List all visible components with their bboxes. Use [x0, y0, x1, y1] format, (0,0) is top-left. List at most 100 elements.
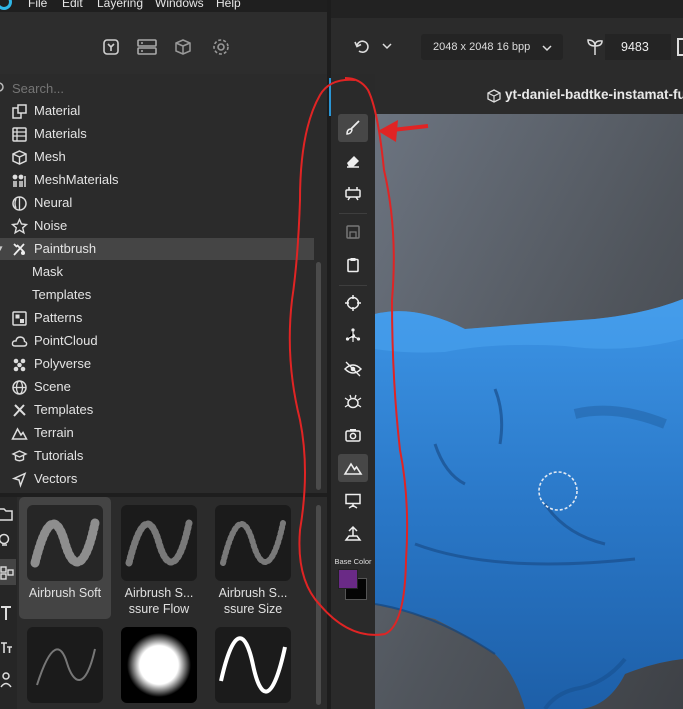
search-input[interactable]	[12, 81, 312, 96]
tree-item-meshmaterials[interactable]: MeshMaterials	[0, 169, 314, 191]
text-style-icon[interactable]	[0, 637, 14, 659]
clipboard-button[interactable]	[338, 251, 368, 279]
brush-card-airbrush-pressure-flow[interactable]: Airbrush S... ssure Flow	[113, 497, 205, 619]
document-cube-icon	[487, 89, 501, 103]
tree-item-label: Mask	[32, 264, 64, 279]
terrain-tool-button[interactable]	[338, 454, 368, 482]
menu-file[interactable]: File	[28, 0, 47, 10]
bug-tool-button[interactable]	[338, 388, 368, 416]
save-button[interactable]	[338, 218, 368, 246]
seed-input[interactable]: 9483	[605, 34, 671, 60]
patterns-icon	[12, 311, 27, 326]
tree-item-material[interactable]: Material	[0, 100, 314, 122]
menu-help[interactable]: Help	[216, 0, 241, 10]
brush-name: Airbrush S... ssure Size	[218, 586, 288, 616]
tree-item-materials[interactable]: Materials	[0, 123, 314, 145]
tree-item-scene[interactable]: Scene	[0, 376, 314, 398]
brush-grid: Airbrush Soft Airbrush S... ssure Flow A…	[19, 497, 327, 709]
nodes-tool-button[interactable]	[338, 322, 368, 350]
brush-card-sine[interactable]	[207, 621, 299, 709]
tree-item-label: Templates	[34, 402, 94, 417]
chevron-down-icon[interactable]	[381, 40, 393, 52]
crosshair-tool-button[interactable]	[338, 289, 368, 317]
tree-item-paintbrush[interactable]: ▾ Paintbrush	[0, 238, 314, 260]
toolbar-overflow-icon[interactable]	[677, 38, 683, 56]
brush-thumbnail	[121, 627, 197, 703]
tree-item-terrain[interactable]: Terrain	[0, 422, 314, 444]
text-icon[interactable]	[0, 602, 14, 624]
tree-scrollbar[interactable]	[316, 262, 321, 490]
brush-thumbnail	[121, 505, 197, 581]
document-tab[interactable]: yt-daniel-badtke-instamat-fu	[375, 74, 683, 114]
tree-item-neural[interactable]: Neural	[0, 192, 314, 214]
eraser-tool-button[interactable]	[338, 147, 368, 175]
tree-item-templates[interactable]: Templates	[0, 399, 314, 421]
clipboard-icon	[347, 258, 359, 273]
left-panel-toolbar	[0, 12, 327, 74]
projection-tool-button[interactable]	[338, 179, 368, 207]
menu-edit[interactable]: Edit	[62, 0, 83, 10]
tree-item-label: Paintbrush	[34, 241, 97, 256]
materials-icon[interactable]	[172, 36, 194, 58]
3d-viewport[interactable]	[375, 114, 683, 709]
settings-icon[interactable]	[210, 36, 232, 58]
brush-card-round-soft[interactable]	[113, 621, 205, 709]
export-tool-button[interactable]	[338, 520, 368, 548]
menu-windows[interactable]: Windows	[155, 0, 204, 10]
export-icon	[344, 525, 362, 541]
seed-value: 9483	[621, 40, 649, 54]
eraser-icon	[347, 156, 359, 168]
person-icon[interactable]	[0, 669, 14, 691]
primary-color-swatch[interactable]	[338, 569, 358, 589]
folder-icon[interactable]	[0, 503, 14, 525]
brush-thumbnail	[215, 627, 291, 703]
tree-item-patterns[interactable]: Patterns	[0, 307, 314, 329]
tree-item-vectors[interactable]: Vectors	[0, 468, 314, 490]
tree-item-label: Noise	[34, 218, 68, 233]
undo-icon[interactable]	[353, 38, 371, 56]
base-color-label: Base Color	[334, 557, 372, 566]
lightbulb-icon[interactable]	[0, 530, 14, 552]
brush-name: Airbrush S... ssure Flow	[124, 586, 194, 616]
tree-item-label: Neural	[34, 195, 73, 210]
mesh-icon	[12, 150, 27, 165]
camera-tool-button[interactable]	[338, 421, 368, 449]
presentation-tool-button[interactable]	[338, 487, 368, 515]
paintbrush-tool-button[interactable]	[338, 114, 368, 142]
title-strip	[331, 0, 683, 18]
tree-item-paintbrush-templates[interactable]: Templates	[0, 284, 314, 306]
terrain-icon	[11, 427, 28, 440]
materials-icon	[12, 127, 27, 142]
brush-card-line[interactable]	[19, 621, 111, 709]
tree-item-pointcloud[interactable]: PointCloud	[0, 330, 314, 352]
library-icon[interactable]	[100, 36, 122, 58]
nodes-icon	[345, 328, 361, 342]
tree-item-label: Templates	[32, 287, 92, 302]
brush-card-airbrush-soft[interactable]: Airbrush Soft	[19, 497, 111, 619]
app-window: { "menu": ["File", "Edit", "Layering", "…	[0, 0, 683, 709]
brush-name: Airbrush Soft	[28, 586, 102, 600]
expand-arrow-icon[interactable]: ▾	[0, 243, 3, 254]
layers-icon[interactable]	[136, 36, 158, 58]
scene-icon	[12, 380, 27, 395]
resolution-value: 2048 x 2048 16 bpp	[433, 41, 531, 53]
menu-layering[interactable]: Layering	[97, 0, 143, 10]
tree-item-tutorials[interactable]: Tutorials	[0, 445, 314, 467]
tree-item-noise[interactable]: Noise	[0, 215, 314, 237]
visibility-tool-button[interactable]	[338, 355, 368, 383]
tree-item-label: Vectors	[34, 471, 78, 486]
tree-item-polyverse[interactable]: Polyverse	[0, 353, 314, 375]
tree-item-label: Patterns	[34, 310, 83, 325]
pointcloud-icon	[11, 336, 28, 347]
brushes-icon[interactable]	[0, 562, 14, 584]
resolution-select[interactable]: 2048 x 2048 16 bpp	[421, 34, 563, 60]
viewport-toolbar: 2048 x 2048 16 bpp 9483	[331, 0, 683, 74]
tree-item-mask[interactable]: Mask	[0, 261, 314, 283]
brush-thumbnail	[27, 627, 103, 703]
brush-card-airbrush-pressure-size[interactable]: Airbrush S... ssure Size	[207, 497, 299, 619]
tree-item-mesh[interactable]: Mesh	[0, 146, 314, 168]
crosshair-icon	[345, 295, 361, 311]
brush-grid-scrollbar[interactable]	[316, 505, 321, 705]
toolbar-divider	[339, 285, 367, 286]
save-icon	[346, 225, 360, 239]
